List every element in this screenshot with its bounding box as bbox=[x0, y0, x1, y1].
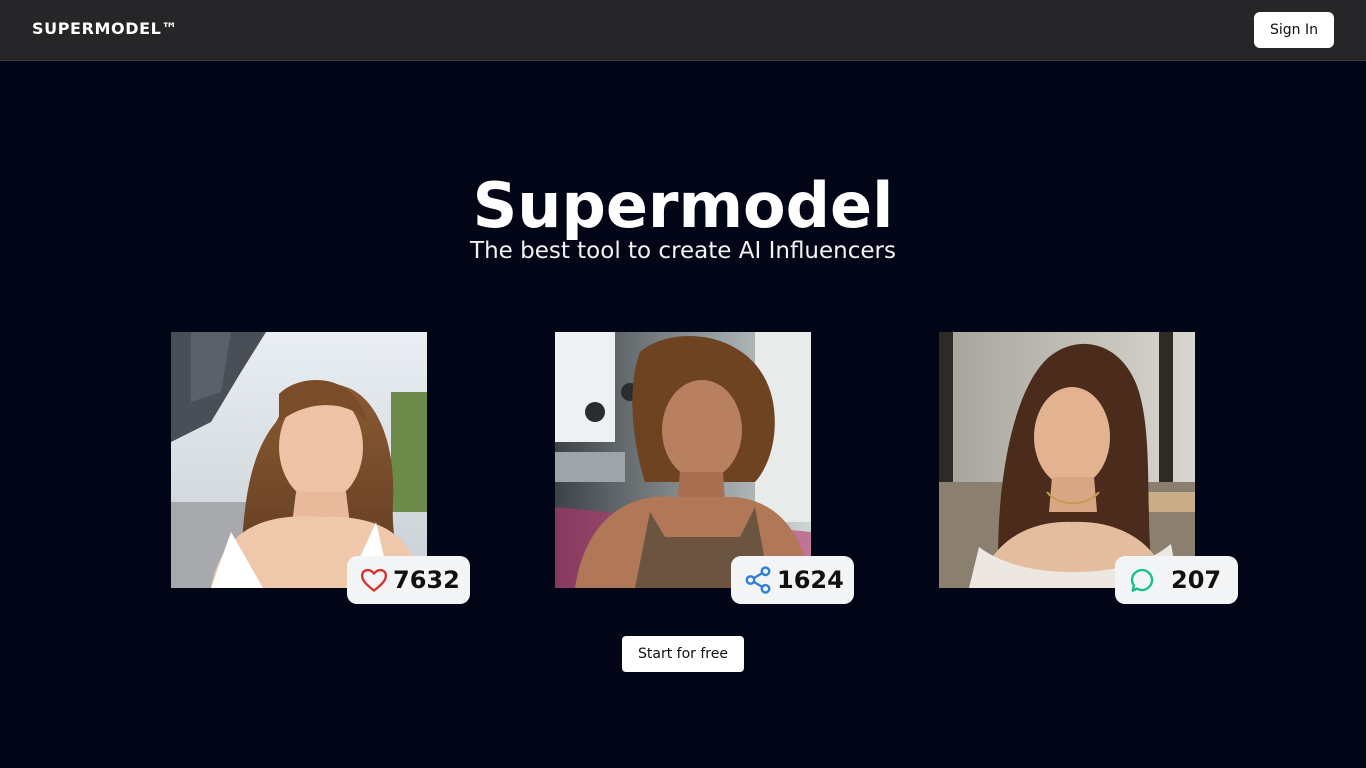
like-count-badge[interactable]: 7632 bbox=[347, 556, 470, 604]
sign-in-button[interactable]: Sign In bbox=[1254, 12, 1334, 48]
influencer-photo-1 bbox=[171, 332, 427, 588]
comment-count-badge[interactable]: 207 bbox=[1115, 556, 1238, 604]
influencer-photo-3 bbox=[939, 332, 1195, 588]
hero-title: Supermodel bbox=[472, 169, 894, 242]
hero-subtitle: The best tool to create AI Influencers bbox=[470, 238, 896, 264]
comment-count: 207 bbox=[1171, 566, 1222, 594]
navbar: SUPERMODEL™ Sign In bbox=[0, 0, 1366, 61]
heart-icon bbox=[360, 568, 388, 592]
share-count-badge[interactable]: 1624 bbox=[731, 556, 854, 604]
chat-icon bbox=[1130, 568, 1154, 592]
like-count: 7632 bbox=[393, 566, 460, 594]
share-count: 1624 bbox=[777, 566, 844, 594]
brand-logo[interactable]: SUPERMODEL™ bbox=[32, 19, 178, 38]
start-for-free-button[interactable]: Start for free bbox=[622, 636, 744, 672]
share-icon bbox=[745, 566, 771, 594]
influencer-photo-2 bbox=[555, 332, 811, 588]
